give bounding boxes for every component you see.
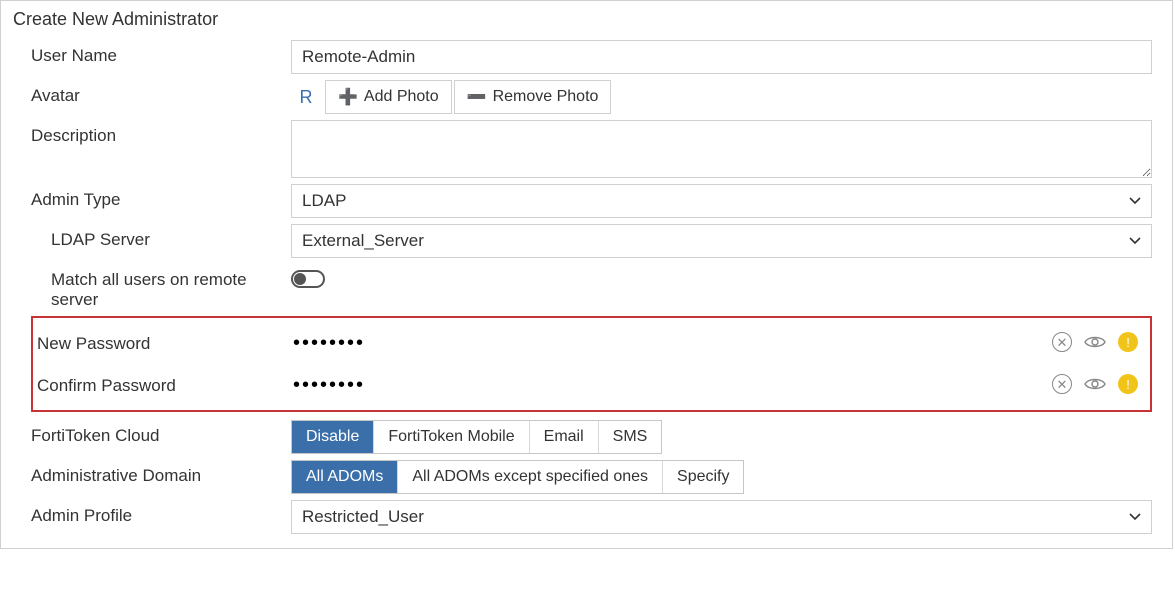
ldap-server-select[interactable]: External_Server xyxy=(291,224,1152,258)
toggle-knob xyxy=(294,273,306,285)
label-user-name: User Name xyxy=(31,40,291,66)
row-description: Description xyxy=(31,120,1152,178)
clear-icon[interactable]: ✕ xyxy=(1052,332,1072,352)
user-name-input[interactable] xyxy=(291,40,1152,74)
warning-icon: ! xyxy=(1118,332,1138,352)
adom-opt-except[interactable]: All ADOMs except specified ones xyxy=(398,461,663,493)
confirm-password-icons: ✕ ! xyxy=(1052,374,1146,394)
label-confirm-password: Confirm Password xyxy=(37,372,293,396)
row-match-all: Match all users on remote server xyxy=(31,264,1152,310)
fortitoken-opt-sms[interactable]: SMS xyxy=(599,421,662,453)
minus-icon: ➖ xyxy=(467,87,487,107)
row-admin-profile: Admin Profile Restricted_User xyxy=(31,500,1152,534)
confirm-password-value[interactable]: •••••••• xyxy=(293,372,1052,397)
row-adom: Administrative Domain All ADOMs All ADOM… xyxy=(31,460,1152,494)
chevron-down-icon xyxy=(1129,197,1141,205)
chevron-down-icon xyxy=(1129,237,1141,245)
add-photo-label: Add Photo xyxy=(364,88,439,106)
warning-icon: ! xyxy=(1118,374,1138,394)
admin-profile-value: Restricted_User xyxy=(302,507,424,527)
row-user-name: User Name xyxy=(31,40,1152,74)
new-password-icons: ✕ ! xyxy=(1052,332,1146,352)
row-fortitoken: FortiToken Cloud Disable FortiToken Mobi… xyxy=(31,420,1152,454)
remove-photo-label: Remove Photo xyxy=(493,88,599,106)
description-textarea[interactable] xyxy=(291,120,1152,178)
adom-opt-specify[interactable]: Specify xyxy=(663,461,743,493)
row-admin-type: Admin Type LDAP xyxy=(31,184,1152,218)
admin-type-select[interactable]: LDAP xyxy=(291,184,1152,218)
label-ldap-server: LDAP Server xyxy=(31,224,291,250)
adom-opt-all[interactable]: All ADOMs xyxy=(292,461,398,493)
add-photo-button[interactable]: ➕ Add Photo xyxy=(325,80,452,114)
row-confirm-password: Confirm Password •••••••• ✕ ! xyxy=(37,366,1146,402)
fortitoken-opt-mobile[interactable]: FortiToken Mobile xyxy=(374,421,529,453)
plus-icon: ➕ xyxy=(338,87,358,107)
row-ldap-server: LDAP Server External_Server xyxy=(31,224,1152,258)
adom-segmented: All ADOMs All ADOMs except specified one… xyxy=(291,460,744,494)
create-admin-panel: Create New Administrator User Name Avata… xyxy=(0,0,1173,549)
chevron-down-icon xyxy=(1129,513,1141,521)
new-password-value[interactable]: •••••••• xyxy=(293,330,1052,355)
password-highlight-box: New Password •••••••• ✕ ! Confirm Passwo… xyxy=(31,316,1152,412)
label-admin-profile: Admin Profile xyxy=(31,500,291,526)
avatar-initial: R xyxy=(291,87,321,108)
label-description: Description xyxy=(31,120,291,146)
label-fortitoken: FortiToken Cloud xyxy=(31,420,291,446)
label-avatar: Avatar xyxy=(31,80,291,106)
label-new-password: New Password xyxy=(37,330,293,354)
fortitoken-opt-email[interactable]: Email xyxy=(530,421,599,453)
eye-icon[interactable] xyxy=(1084,334,1106,350)
row-avatar: Avatar R ➕ Add Photo ➖ Remove Photo xyxy=(31,80,1152,114)
panel-title: Create New Administrator xyxy=(1,1,1172,40)
fortitoken-segmented: Disable FortiToken Mobile Email SMS xyxy=(291,420,662,454)
fortitoken-opt-disable[interactable]: Disable xyxy=(292,421,374,453)
form-body: User Name Avatar R ➕ Add Photo ➖ Remove … xyxy=(1,40,1172,534)
admin-type-value: LDAP xyxy=(302,191,346,211)
label-match-all: Match all users on remote server xyxy=(31,264,291,310)
label-admin-type: Admin Type xyxy=(31,184,291,210)
match-all-toggle[interactable] xyxy=(291,270,325,288)
clear-icon[interactable]: ✕ xyxy=(1052,374,1072,394)
row-new-password: New Password •••••••• ✕ ! xyxy=(37,324,1146,360)
ldap-server-value: External_Server xyxy=(302,231,424,251)
admin-profile-select[interactable]: Restricted_User xyxy=(291,500,1152,534)
label-adom: Administrative Domain xyxy=(31,460,291,486)
remove-photo-button[interactable]: ➖ Remove Photo xyxy=(454,80,612,114)
eye-icon[interactable] xyxy=(1084,376,1106,392)
